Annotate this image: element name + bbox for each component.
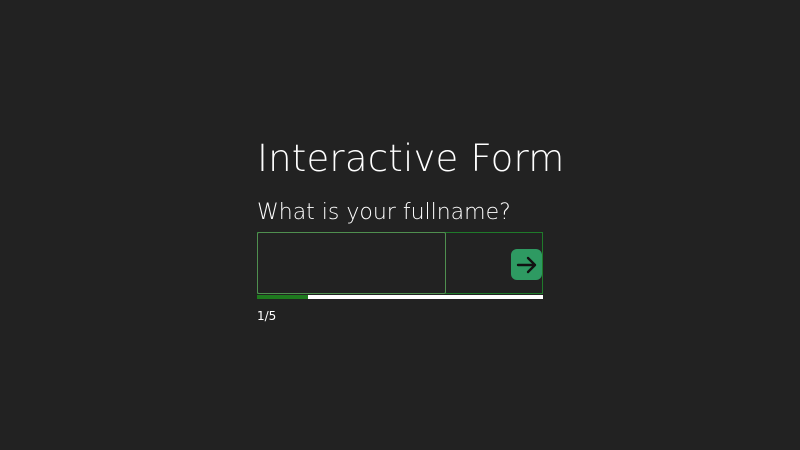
form-page: Interactive Form What is your fullname? … — [0, 0, 800, 450]
progress-bar — [257, 295, 543, 299]
progress-fill — [257, 295, 309, 299]
arrow-right-icon — [515, 253, 539, 277]
page-title: Interactive Form — [257, 137, 565, 180]
question-label: What is your fullname? — [257, 200, 511, 225]
answer-input[interactable] — [257, 232, 446, 294]
step-counter: 1/5 — [257, 309, 277, 323]
next-button[interactable] — [511, 249, 542, 280]
